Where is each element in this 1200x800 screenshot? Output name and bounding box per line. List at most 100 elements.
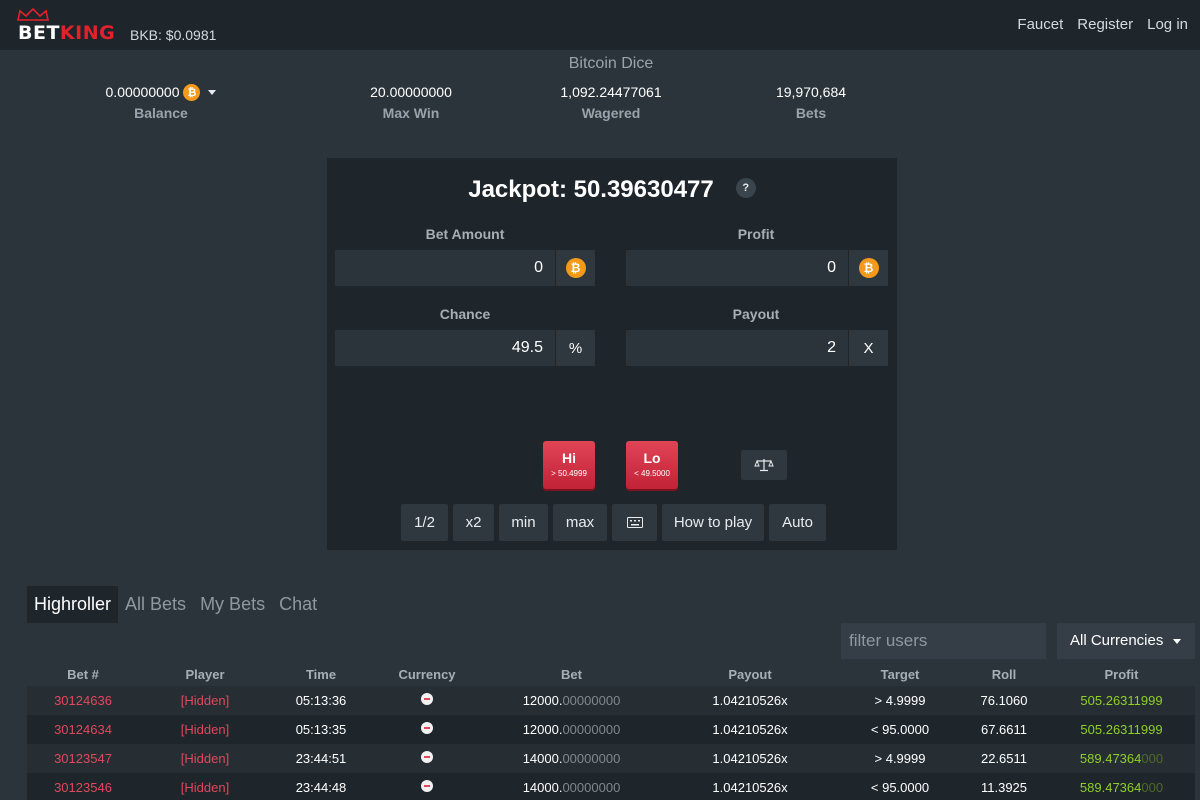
bet-hi-button[interactable]: Hi > 50.4999 — [543, 441, 595, 489]
max-bet-button[interactable]: max — [553, 504, 607, 541]
table-row[interactable]: 30123546 [Hidden] 23:44:48 14000.00000000 1.… — [27, 773, 1195, 800]
bet-target: < 95.0000 — [870, 780, 930, 795]
bet-payout: 1.04210526x — [712, 693, 788, 708]
bet-time: 05:13:36 — [295, 693, 347, 708]
filter-users-input[interactable]: filter users — [841, 623, 1046, 659]
col-profit: Profit — [1104, 666, 1139, 682]
currency-cell — [371, 751, 483, 766]
bet-time: 23:44:51 — [295, 751, 347, 766]
login-link[interactable]: Log in — [1147, 16, 1188, 33]
min-bet-button[interactable]: min — [499, 504, 548, 541]
stat-balance: 0.00000000 ₿ Balance — [61, 83, 261, 121]
auto-bet-button[interactable]: Auto — [769, 504, 826, 541]
chevron-down-icon — [1173, 639, 1181, 644]
tab-highroller[interactable]: Highroller — [27, 586, 119, 623]
bet-target: > 4.9999 — [874, 751, 926, 766]
player-name[interactable]: [Hidden] — [139, 722, 271, 737]
chance-input[interactable]: 49.5 — [335, 330, 555, 366]
dice-panel: Jackpot: 50.39630477? Bet Amount 0 ₿ Pro… — [327, 158, 897, 550]
bkb-price: BKB: $0.0981 — [130, 27, 217, 43]
bets-tabs: Highroller All Bets My Bets Chat — [27, 586, 324, 623]
bet-amount: 14000.00000000 — [522, 751, 621, 766]
balance-selector[interactable]: 0.00000000 ₿ — [61, 83, 261, 101]
stat-bets: 19,970,684 Bets — [711, 83, 911, 121]
how-to-play-button[interactable]: How to play — [662, 504, 764, 541]
player-name[interactable]: [Hidden] — [139, 751, 271, 766]
table-row[interactable]: 30124634 [Hidden] 05:13:35 12000.00000000 1.… — [27, 715, 1195, 744]
bet-amount: 12000.00000000 — [522, 722, 621, 737]
jackpot-text: Jackpot: 50.39630477 — [468, 176, 714, 203]
bet-time: 23:44:48 — [295, 780, 347, 795]
fairness-button[interactable] — [741, 450, 787, 480]
bet-number-link[interactable]: 30123546 — [27, 780, 139, 795]
brand-wordmark: BETKING — [18, 22, 116, 44]
bet-roll: 22.6511 — [980, 751, 1028, 766]
register-link[interactable]: Register — [1077, 16, 1133, 33]
balance-label: Balance — [134, 105, 188, 121]
tab-all-bets[interactable]: All Bets — [118, 586, 193, 623]
betking-logo[interactable]: BETKING — [12, 8, 120, 44]
hi-target: > 50.4999 — [551, 469, 587, 478]
help-icon[interactable]: ? — [735, 177, 756, 198]
player-name[interactable]: [Hidden] — [139, 693, 271, 708]
bet-roll: 11.3925 — [980, 780, 1028, 795]
bet-lo-button[interactable]: Lo < 49.5000 — [626, 441, 678, 489]
currency-cell — [371, 780, 483, 795]
bet-payout: 1.04210526x — [712, 751, 788, 766]
chance-field: 49.5 % — [335, 330, 595, 366]
bet-amount: 12000.00000000 — [522, 693, 621, 708]
nav-links: Faucet Register Log in — [1017, 16, 1188, 33]
bet-target: > 4.9999 — [874, 693, 926, 708]
half-bet-button[interactable]: 1/2 — [401, 504, 448, 541]
col-roll: Roll — [991, 666, 1017, 682]
hi-label: Hi — [562, 450, 576, 466]
lo-label: Lo — [643, 450, 661, 466]
currency-cell — [371, 693, 483, 708]
tab-chat[interactable]: Chat — [272, 586, 324, 623]
game-title: Bitcoin Dice — [568, 55, 654, 72]
bet-profit: 589.47364000 — [1079, 751, 1164, 766]
stat-wagered: 1,092.24477061 Wagered — [511, 83, 711, 121]
profit-label: Profit — [737, 226, 775, 242]
col-payout: Payout — [728, 666, 772, 682]
player-name[interactable]: [Hidden] — [139, 780, 271, 795]
bet-number-link[interactable]: 30123547 — [27, 751, 139, 766]
bet-number-link[interactable]: 30124636 — [27, 693, 139, 708]
max-win-label: Max Win — [382, 105, 440, 121]
bet-payout: 1.04210526x — [712, 722, 788, 737]
bet-number-link[interactable]: 30124634 — [27, 722, 139, 737]
currency-select-value: All Currencies — [1070, 632, 1164, 649]
bet-amount: 14000.00000000 — [522, 780, 621, 795]
currency-cell — [371, 722, 483, 737]
col-bet-no: Bet # — [67, 666, 99, 682]
table-row[interactable]: 30123547 [Hidden] 23:44:51 14000.00000000 1.… — [27, 744, 1195, 773]
max-win-value: 20.00000000 — [370, 84, 452, 100]
tab-my-bets[interactable]: My Bets — [193, 586, 272, 623]
faucet-link[interactable]: Faucet — [1017, 16, 1063, 33]
table-row[interactable]: 30124636 [Hidden] 05:13:36 12000.00000000 1.… — [27, 686, 1195, 715]
col-player: Player — [185, 666, 225, 682]
payout-label: Payout — [732, 306, 780, 322]
stat-max-win: 20.00000000 Max Win — [311, 83, 511, 121]
col-bet: Bet — [561, 666, 582, 682]
profit-input[interactable]: 0 — [626, 250, 848, 286]
bet-time: 05:13:35 — [295, 722, 347, 737]
bet-profit: 589.47364000 — [1079, 780, 1164, 795]
bets-value: 19,970,684 — [775, 84, 847, 100]
payout-input[interactable]: 2 — [626, 330, 848, 366]
chance-label: Chance — [439, 306, 491, 322]
double-bet-button[interactable]: x2 — [453, 504, 494, 541]
bet-profit: 505.26311999 — [1080, 693, 1163, 708]
jackpot: Jackpot: 50.39630477? — [327, 176, 897, 204]
profit-currency-addon: ₿ — [848, 250, 888, 286]
bet-roll: 67.6611 — [980, 722, 1028, 737]
currency-icon — [421, 693, 433, 705]
keyboard-icon — [626, 517, 643, 528]
bitcoin-icon: ₿ — [858, 258, 879, 278]
col-time: Time — [305, 666, 337, 682]
bet-currency-addon: ₿ — [555, 250, 595, 286]
currency-select[interactable]: All Currencies — [1057, 623, 1195, 659]
lo-target: < 49.5000 — [634, 469, 670, 478]
keyboard-shortcuts-button[interactable] — [612, 504, 657, 541]
bet-amount-input[interactable]: 0 — [335, 250, 555, 286]
